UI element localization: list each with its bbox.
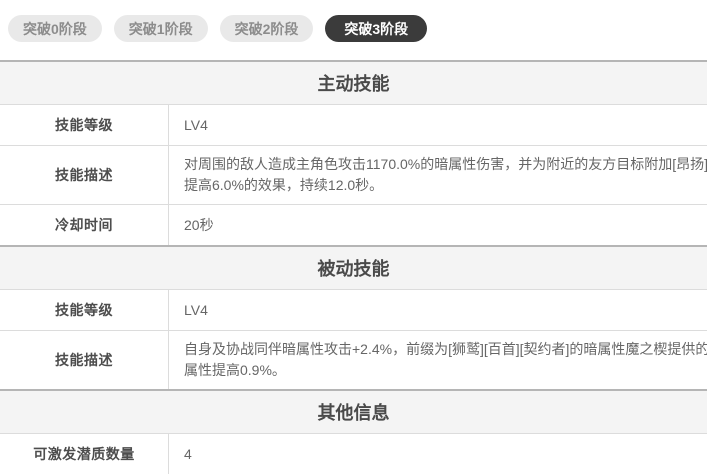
tab-breakthrough-2[interactable]: 突破2阶段 (220, 15, 314, 42)
skill-tables: 主动技能技能等级LV4技能描述对周围的敌人造成主角色攻击1170.0%的暗属性伤… (0, 60, 707, 474)
row-value: 20秒 (169, 205, 707, 245)
section-title-passive-skill: 被动技能 (0, 247, 707, 290)
row-value: 自身及协战同伴暗属性攻击+2.4%，前缀为[狮鹫][百首][契约者]的暗属性魔之… (169, 331, 707, 389)
table-row: 可激发潜质数量4 (0, 434, 707, 474)
table-row: 技能等级LV4 (0, 290, 707, 330)
tab-breakthrough-1[interactable]: 突破1阶段 (114, 15, 208, 42)
row-label: 技能描述 (0, 146, 169, 204)
tab-breakthrough-3[interactable]: 突破3阶段 (325, 15, 427, 42)
row-value: 对周围的敌人造成主角色攻击1170.0%的暗属性伤害，并为附近的友方目标附加[昂… (169, 146, 707, 204)
section-title-other-info: 其他信息 (0, 391, 707, 434)
skill-info-page: 突破0阶段突破1阶段突破2阶段突破3阶段 主动技能技能等级LV4技能描述对周围的… (0, 0, 707, 474)
row-label: 可激发潜质数量 (0, 434, 169, 474)
section-passive-skill: 被动技能技能等级LV4技能描述自身及协战同伴暗属性攻击+2.4%，前缀为[狮鹫]… (0, 245, 707, 389)
row-value: LV4 (169, 105, 707, 145)
table-row: 技能描述对周围的敌人造成主角色攻击1170.0%的暗属性伤害，并为附近的友方目标… (0, 145, 707, 204)
section-title-active-skill: 主动技能 (0, 62, 707, 105)
table-row: 冷却时间20秒 (0, 204, 707, 245)
row-label: 技能等级 (0, 290, 169, 330)
row-label: 冷却时间 (0, 205, 169, 245)
tab-breakthrough-0[interactable]: 突破0阶段 (8, 15, 102, 42)
row-label: 技能等级 (0, 105, 169, 145)
section-active-skill: 主动技能技能等级LV4技能描述对周围的敌人造成主角色攻击1170.0%的暗属性伤… (0, 60, 707, 245)
breakthrough-stage-tabs: 突破0阶段突破1阶段突破2阶段突破3阶段 (0, 0, 707, 42)
section-other-info: 其他信息可激发潜质数量4 (0, 389, 707, 474)
row-label: 技能描述 (0, 331, 169, 389)
row-value: LV4 (169, 290, 707, 330)
table-row: 技能等级LV4 (0, 105, 707, 145)
table-row: 技能描述自身及协战同伴暗属性攻击+2.4%，前缀为[狮鹫][百首][契约者]的暗… (0, 330, 707, 389)
row-value: 4 (169, 434, 707, 474)
